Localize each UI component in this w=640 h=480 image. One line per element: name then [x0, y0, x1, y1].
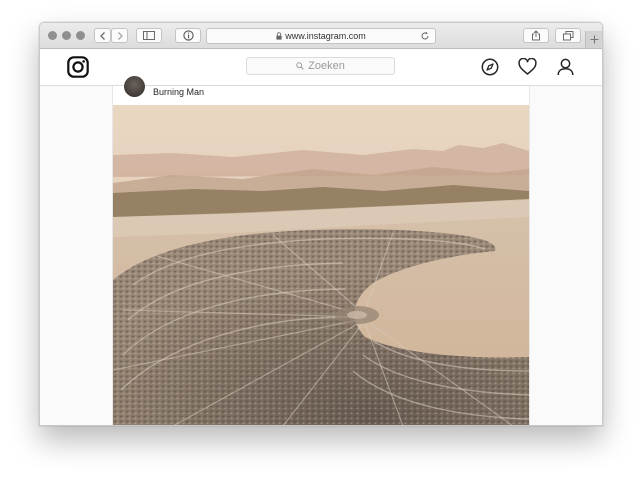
- browser-window: www.instagram.com Zoeken Burning Man: [39, 22, 603, 426]
- close-window-button[interactable]: [48, 31, 57, 40]
- share-icon: [532, 30, 540, 41]
- profile-icon[interactable]: [557, 58, 574, 81]
- sidebar-icon: [143, 31, 155, 40]
- back-icon: [99, 31, 105, 40]
- post-card: Burning Man: [112, 76, 530, 426]
- reload-icon[interactable]: [420, 31, 430, 41]
- zoom-window-button[interactable]: [76, 31, 85, 40]
- forward-button[interactable]: [111, 28, 128, 43]
- sidebar-button[interactable]: [136, 28, 162, 43]
- new-tab-button[interactable]: [585, 31, 602, 48]
- tabs-overview-button[interactable]: [555, 28, 581, 43]
- aerial-photo[interactable]: [113, 105, 529, 426]
- info-button[interactable]: [175, 28, 201, 43]
- post-username[interactable]: Burning Man: [153, 87, 204, 97]
- back-button[interactable]: [94, 28, 111, 43]
- heart-icon[interactable]: [518, 57, 537, 81]
- info-icon: [182, 30, 194, 41]
- avatar[interactable]: [124, 76, 145, 97]
- minimize-window-button[interactable]: [62, 31, 71, 40]
- share-button[interactable]: [523, 28, 549, 43]
- address-text: www.instagram.com: [285, 31, 366, 41]
- address-bar[interactable]: www.instagram.com: [206, 28, 436, 44]
- plus-icon: [590, 35, 598, 44]
- feed: Burning Man: [40, 76, 602, 426]
- search-input[interactable]: Zoeken: [246, 57, 395, 75]
- tabs-icon: [562, 30, 573, 40]
- explore-compass-icon[interactable]: [481, 58, 499, 81]
- lock-icon: [276, 32, 282, 40]
- instagram-header: Zoeken: [40, 49, 602, 86]
- instagram-logo-icon[interactable]: [67, 56, 89, 83]
- forward-icon: [117, 31, 123, 40]
- search-placeholder: Zoeken: [308, 60, 345, 72]
- post-header: Burning Man: [113, 76, 529, 104]
- search-icon: [296, 62, 304, 70]
- browser-toolbar: www.instagram.com: [40, 23, 602, 49]
